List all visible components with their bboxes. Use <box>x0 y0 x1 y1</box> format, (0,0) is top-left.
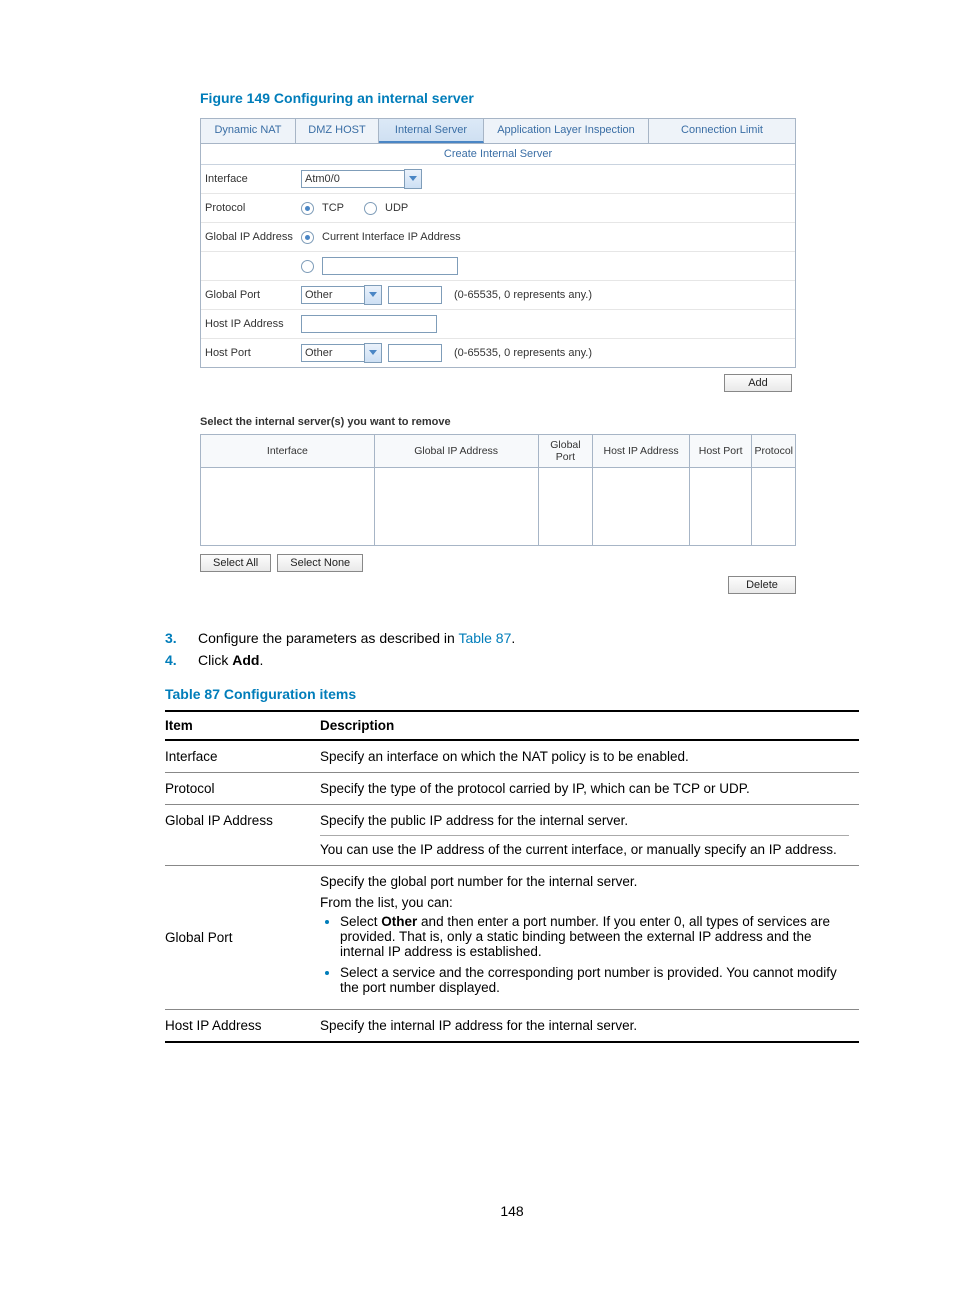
tab-dmz-host[interactable]: DMZ HOST <box>296 119 379 143</box>
global-ip-radio-manual[interactable] <box>301 260 314 273</box>
table-row <box>201 468 796 546</box>
grid-col-global-ip: Global IP Address <box>374 435 538 468</box>
r4-p2: From the list, you can: <box>320 895 849 910</box>
grid-col-host-port: Host Port <box>689 435 752 468</box>
row-globalip-desc-b: You can use the IP address of the curren… <box>320 842 849 857</box>
host-ip-label: Host IP Address <box>205 318 301 330</box>
protocol-label: Protocol <box>205 202 301 214</box>
row-protocol-item: Protocol <box>165 773 320 805</box>
row-globalip-desc-a: Specify the public IP address for the in… <box>320 813 849 828</box>
tab-app-layer-inspection[interactable]: Application Layer Inspection <box>484 119 649 143</box>
host-port-hint: (0-65535, 0 represents any.) <box>454 347 592 359</box>
document-body: 3. Configure the parameters as described… <box>165 630 859 1043</box>
global-ip-current-label: Current Interface IP Address <box>322 231 461 243</box>
host-port-select-value: Other <box>301 344 364 362</box>
global-ip-radio-current[interactable] <box>301 231 314 244</box>
global-port-select-value: Other <box>301 286 364 304</box>
interface-select[interactable]: Atm0/0 <box>301 170 422 188</box>
grid-col-host-ip: Host IP Address <box>593 435 689 468</box>
step4-text-b: . <box>259 652 263 668</box>
configuration-table: Item Description Interface Specify an in… <box>165 710 859 1043</box>
step3-text-b: . <box>511 630 515 646</box>
host-port-label: Host Port <box>205 347 301 359</box>
table-link[interactable]: Table 87 <box>458 630 511 646</box>
row-interface-item: Interface <box>165 740 320 773</box>
page-number: 148 <box>165 1203 859 1219</box>
grid-col-interface: Interface <box>201 435 375 468</box>
tab-internal-server[interactable]: Internal Server <box>379 119 484 143</box>
interface-label: Interface <box>205 173 301 185</box>
th-item: Item <box>165 711 320 740</box>
protocol-radio-udp[interactable] <box>364 202 377 215</box>
select-all-button[interactable]: Select All <box>200 554 271 572</box>
host-port-select[interactable]: Other <box>301 344 382 362</box>
row-globalport-desc: Specify the global port number for the i… <box>320 866 859 1010</box>
step4-bold: Add <box>232 652 259 668</box>
global-port-label: Global Port <box>205 289 301 301</box>
r4-bullet2: Select a service and the corresponding p… <box>340 965 849 995</box>
grid-col-protocol: Protocol <box>752 435 796 468</box>
host-ip-input[interactable] <box>301 315 437 333</box>
step-number: 3. <box>165 630 198 646</box>
protocol-radio-tcp[interactable] <box>301 202 314 215</box>
delete-button[interactable]: Delete <box>728 576 796 594</box>
tab-dynamic-nat[interactable]: Dynamic NAT <box>201 119 296 143</box>
global-port-select[interactable]: Other <box>301 286 382 304</box>
protocol-tcp-label: TCP <box>322 202 344 214</box>
servers-grid: Interface Global IP Address Global Port … <box>200 434 796 546</box>
table-caption: Table 87 Configuration items <box>165 686 859 702</box>
remove-caption: Select the internal server(s) you want t… <box>200 416 796 428</box>
ui-screenshot: Dynamic NAT DMZ HOST Internal Server App… <box>200 118 796 594</box>
r4-bullet1: Select Other and then enter a port numbe… <box>340 914 849 959</box>
step3-text-a: Configure the parameters as described in <box>198 630 458 646</box>
row-hostip-desc: Specify the internal IP address for the … <box>320 1010 859 1043</box>
r4-p1: Specify the global port number for the i… <box>320 874 849 889</box>
interface-select-value: Atm0/0 <box>301 170 404 188</box>
protocol-udp-label: UDP <box>385 202 408 214</box>
row-protocol-desc: Specify the type of the protocol carried… <box>320 773 859 805</box>
row-hostip-item: Host IP Address <box>165 1010 320 1043</box>
row-interface-desc: Specify an interface on which the NAT po… <box>320 740 859 773</box>
global-ip-label: Global IP Address <box>205 231 301 243</box>
section-header: Create Internal Server <box>201 144 795 165</box>
row-globalip-item: Global IP Address <box>165 805 320 866</box>
figure-title: Figure 149 Configuring an internal serve… <box>200 90 859 106</box>
add-button[interactable]: Add <box>724 374 792 392</box>
grid-col-global-port: Global Port <box>538 435 593 468</box>
chevron-down-icon[interactable] <box>364 343 382 363</box>
global-port-input[interactable] <box>388 286 442 304</box>
global-ip-input[interactable] <box>322 257 458 275</box>
chevron-down-icon[interactable] <box>404 169 422 189</box>
select-none-button[interactable]: Select None <box>277 554 363 572</box>
host-port-input[interactable] <box>388 344 442 362</box>
step4-text-a: Click <box>198 652 232 668</box>
tab-bar: Dynamic NAT DMZ HOST Internal Server App… <box>200 118 796 143</box>
row-globalip-desc: Specify the public IP address for the in… <box>320 805 859 866</box>
chevron-down-icon[interactable] <box>364 285 382 305</box>
tab-connection-limit[interactable]: Connection Limit <box>649 119 795 143</box>
step-number: 4. <box>165 652 198 668</box>
row-globalport-item: Global Port <box>165 866 320 1010</box>
th-desc: Description <box>320 711 859 740</box>
global-port-hint: (0-65535, 0 represents any.) <box>454 289 592 301</box>
